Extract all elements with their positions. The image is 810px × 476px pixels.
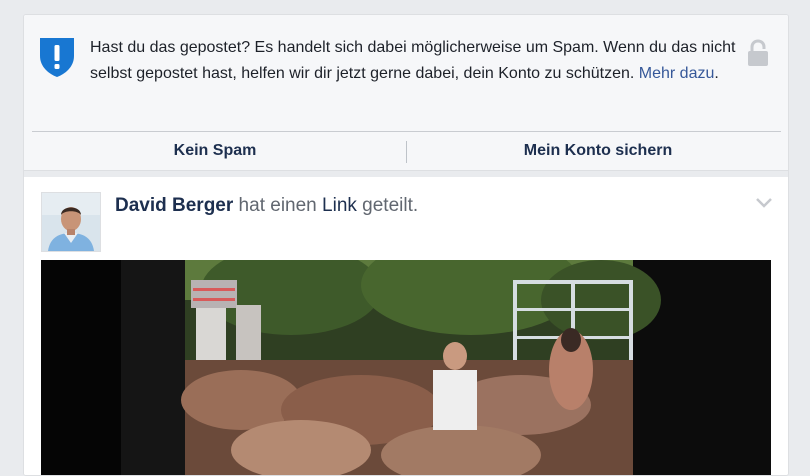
headline-verb-after: geteilt. [356,195,419,216]
link-word[interactable]: Link [322,195,357,216]
chevron-down-icon[interactable] [755,197,773,209]
spam-warning-banner: Hast du das gepostet? Es handelt sich da… [24,15,788,171]
author-name[interactable]: David Berger [115,195,233,216]
not-spam-button[interactable]: Kein Spam [24,132,406,170]
post-headline: David Berger hat einen Link geteilt. [115,195,418,217]
learn-more-link[interactable]: Mehr dazu [639,65,715,82]
secure-account-button[interactable]: Mein Konto sichern [408,132,788,170]
shared-post: David Berger hat einen Link geteilt. [24,177,788,475]
spam-warning-period: . [714,64,719,82]
spam-warning-text: Hast du das gepostet? Es handelt sich da… [90,35,740,86]
avatar-photo [42,193,100,251]
video-thumbnail[interactable] [41,260,771,475]
headline-verb-before: hat einen [233,195,323,216]
lock-icon [748,39,768,66]
spam-action-bar: Kein Spam Mein Konto sichern [24,132,788,171]
action-separator [406,141,407,163]
post-card: Hast du das gepostet? Es handelt sich da… [23,14,789,476]
avatar[interactable] [41,192,101,252]
shield-alert-icon [40,38,74,77]
video-frame [41,260,771,475]
